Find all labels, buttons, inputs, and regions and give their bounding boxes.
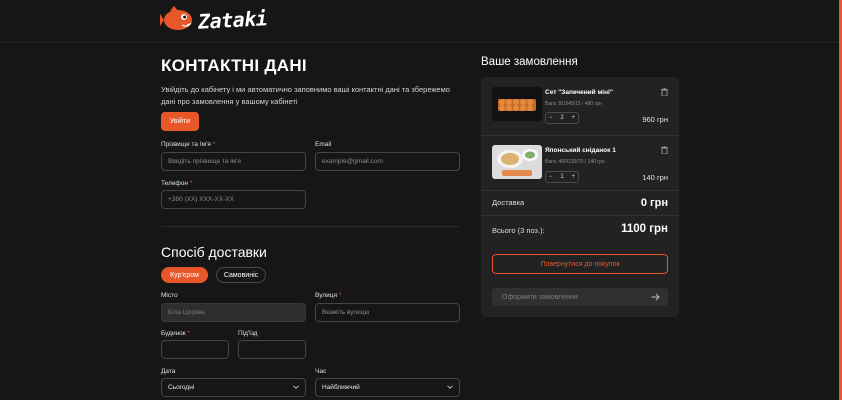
item-separator [481,135,679,136]
time-select[interactable]: Найближчий [315,378,460,397]
total-value: 1100 грн [621,223,668,235]
item-separator [481,190,679,191]
city-label: Місто [161,292,178,299]
street-label: Вулиця * [315,292,342,299]
delivery-title: Спосіб доставки [161,244,267,260]
item-price: 140 грн [642,173,668,182]
delivery-option-pickup[interactable]: Самовиніс [216,267,266,283]
product-image-breakfast [492,145,542,179]
contact-title: КОНТАКТНІ ДАНІ [161,56,307,75]
time-label: Час [315,368,327,375]
minus-button[interactable]: − [549,115,553,121]
quantity-value: 1 [560,174,564,180]
item-name: Японський сніданок 1 [545,147,616,154]
email-input[interactable]: example@gmail.com [315,152,460,171]
email-label: Email [315,141,332,148]
contact-info-text: Увійдіть до кабінету і ми автоматично за… [161,85,450,106]
chevron-down-icon [447,385,453,389]
summary-separator [481,215,679,216]
delivery-option-courier[interactable]: Кур'єром [161,267,208,283]
name-label: Прізвище та Ім'я * [161,141,216,148]
login-button[interactable]: Увійти [161,112,199,131]
plus-button[interactable]: + [571,174,575,180]
plus-button[interactable]: + [571,115,575,121]
quantity-stepper[interactable]: − 1 + [545,171,579,183]
order-panel: Сет "Запечений міні" Вага: 810/45/15 / 4… [481,77,679,317]
logo[interactable]: Zataki [160,5,268,35]
fish-logo-icon [160,6,192,30]
quantity-value: 2 [560,115,564,121]
checkout-button[interactable]: Оформити замовлення [492,288,668,306]
date-label: Дата [161,368,176,375]
chevron-down-icon [293,385,299,389]
delivery-cost-label: Доставка [492,198,525,207]
minus-button[interactable]: − [549,174,553,180]
house-label: Будинок * [161,330,190,337]
delivery-cost-value: 0 грн [640,197,668,209]
entrance-label: Під'їзд [238,330,258,337]
phone-label: Телефон * [161,180,193,187]
street-input[interactable]: Вкажіть вулицю [315,303,460,322]
city-input: Біла Церква [161,303,306,322]
header: Zataki [0,0,842,43]
item-meta: Вага: 810/45/15 / 480 грн [545,101,602,107]
back-to-shopping-button[interactable]: Повернутися до покупок [492,254,668,274]
quantity-stepper[interactable]: − 2 + [545,112,579,124]
item-name: Сет "Запечений міні" [545,89,613,96]
trash-icon[interactable] [661,146,668,154]
total-label: Всього (3 поз.): [492,226,545,235]
name-input[interactable]: Введіть прізвище та ім'я [161,152,306,171]
section-divider [161,226,459,227]
arrow-right-icon [651,293,660,301]
phone-input[interactable]: +380 (XX) XXX-XX-XX [161,190,306,209]
logo-text: Zataki [197,6,268,34]
item-price: 960 грн [642,115,668,124]
order-title: Ваше замовлення [481,56,578,68]
item-meta: Вага: 400/130/70 / 140 грн [545,159,605,165]
entrance-input[interactable] [238,340,306,359]
house-input[interactable] [161,340,229,359]
product-image-set [492,87,542,121]
date-select[interactable]: Сьогодні [161,378,306,397]
trash-icon[interactable] [661,88,668,96]
